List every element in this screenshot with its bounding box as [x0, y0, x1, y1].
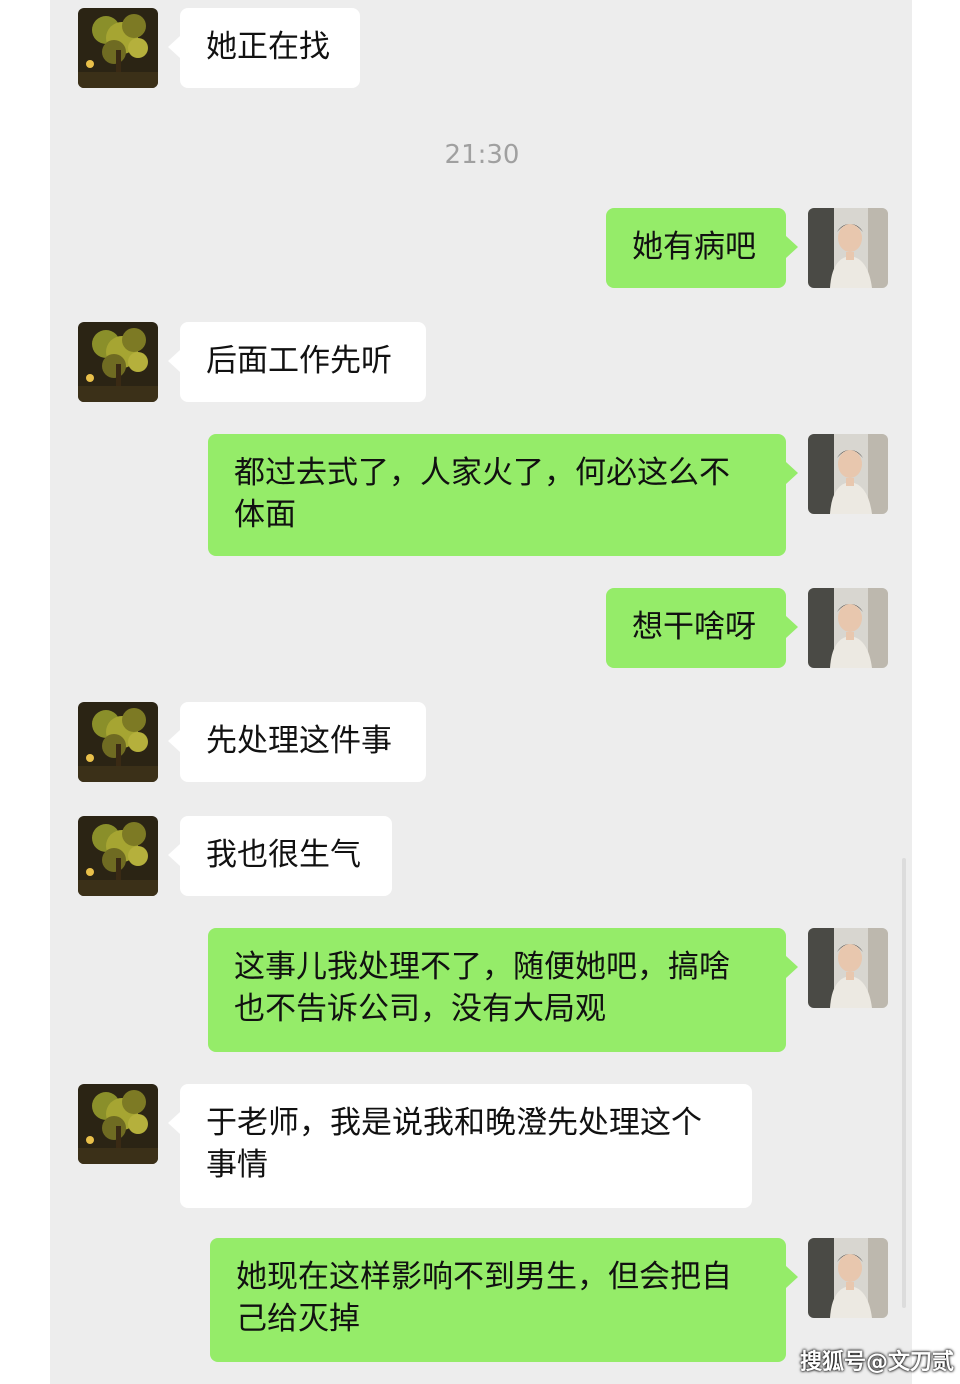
self-avatar-icon[interactable] — [808, 434, 888, 514]
incoming-message-bubble[interactable]: 后面工作先听 — [168, 322, 426, 402]
contact-avatar-icon[interactable] — [78, 702, 158, 782]
incoming-message-bubble[interactable]: 先处理这件事 — [168, 702, 426, 782]
self-avatar-icon[interactable] — [808, 1238, 888, 1318]
source-watermark: 搜狐号@文刀贰 — [800, 1350, 955, 1375]
contact-avatar-icon[interactable] — [78, 8, 158, 88]
incoming-message-bubble[interactable]: 于老师，我是说我和晚澄先处理这个事情 — [168, 1084, 752, 1208]
outgoing-message-bubble[interactable]: 想干啥呀 — [606, 588, 798, 668]
outgoing-message-bubble[interactable]: 这事儿我处理不了，随便她吧，搞啥也不告诉公司，没有大局观 — [208, 928, 798, 1052]
outgoing-message-bubble[interactable]: 她有病吧 — [606, 208, 798, 288]
contact-avatar-icon[interactable] — [78, 322, 158, 402]
scrollbar[interactable] — [902, 858, 906, 1308]
incoming-message-bubble[interactable]: 她正在找 — [168, 8, 360, 88]
self-avatar-icon[interactable] — [808, 588, 888, 668]
incoming-message-bubble[interactable]: 我也很生气 — [168, 816, 392, 896]
outgoing-message-bubble[interactable]: 她现在这样影响不到男生，但会把自己给灭掉 — [210, 1238, 798, 1362]
outgoing-message-bubble[interactable]: 都过去式了，人家火了，何必这么不体面 — [208, 434, 798, 556]
self-avatar-icon[interactable] — [808, 928, 888, 1008]
self-avatar-icon[interactable] — [808, 208, 888, 288]
contact-avatar-icon[interactable] — [78, 1084, 158, 1164]
message-timestamp: 21:30 — [444, 140, 520, 170]
contact-avatar-icon[interactable] — [78, 816, 158, 896]
